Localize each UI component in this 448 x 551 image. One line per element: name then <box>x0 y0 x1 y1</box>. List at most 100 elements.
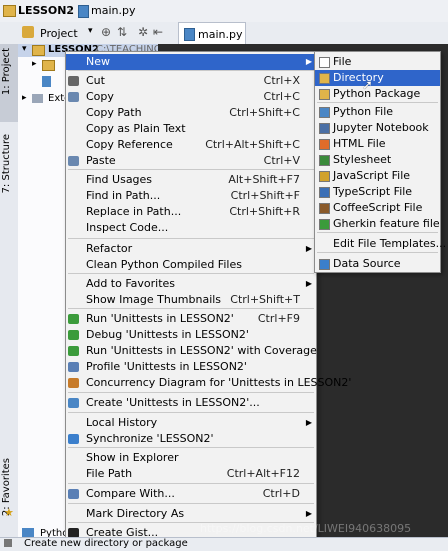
context-menu-item-shortcut: Ctrl+F9 <box>257 312 300 325</box>
context-menu-item[interactable]: Show Image Thumbnails Ctrl+Shift+T <box>66 292 316 308</box>
submenu-item[interactable]: Directory <box>315 70 440 86</box>
chevron-down-icon[interactable]: ▾ <box>88 26 93 36</box>
database-icon <box>319 259 330 270</box>
python-file-icon <box>319 107 330 118</box>
context-menu-item[interactable]: Clean Python Compiled Files <box>66 257 316 273</box>
context-menu-item-shortcut: Ctrl+X <box>263 74 300 87</box>
submenu-item-label: Gherkin feature file <box>333 217 440 230</box>
submenu-item-label: Edit File Templates... <box>333 237 447 250</box>
python-file-icon <box>78 5 89 18</box>
submenu-arrow-icon: ▶ <box>305 57 312 66</box>
context-menu-item-label: Copy Path <box>86 106 142 119</box>
menu-separator <box>317 252 438 253</box>
context-menu-item[interactable]: Paste Ctrl+V <box>66 153 316 169</box>
menu-separator <box>68 238 314 239</box>
context-menu-item-label: Profile 'Unittests in LESSON2' <box>86 360 247 373</box>
context-menu-item[interactable]: Copy Reference Ctrl+Alt+Shift+C <box>66 137 316 153</box>
create-config-icon <box>68 398 79 408</box>
chevron-right-icon[interactable]: ▸ <box>32 59 37 69</box>
chevron-right-icon[interactable]: ▸ <box>22 93 27 103</box>
css-icon <box>319 155 330 166</box>
context-menu-item[interactable]: Refactor ▶ <box>66 241 316 257</box>
breadcrumb-file[interactable]: main.py <box>91 4 135 17</box>
context-menu-item[interactable]: Local History ▶ <box>66 415 316 431</box>
submenu-arrow-icon: ▶ <box>305 509 312 518</box>
context-menu-item[interactable]: Find in Path... Ctrl+Shift+F <box>66 188 316 204</box>
sync-icon <box>68 434 79 444</box>
tab-main-py[interactable]: main.py <box>178 22 246 45</box>
submenu-item[interactable]: File <box>315 54 440 70</box>
context-menu-item[interactable]: Profile 'Unittests in LESSON2' <box>66 359 316 375</box>
submenu-item[interactable]: JavaScript File <box>315 168 440 184</box>
context-menu-item-label: Replace in Path... <box>86 205 182 218</box>
context-menu-item[interactable]: File Path Ctrl+Alt+F12 <box>66 466 316 482</box>
submenu-item[interactable]: Python File <box>315 104 440 120</box>
context-menu-item[interactable]: Concurrency Diagram for 'Unittests in LE… <box>66 375 351 391</box>
submenu-item-label: TypeScript File <box>333 185 413 198</box>
submenu-arrow-icon: ▶ <box>305 244 312 253</box>
context-menu-item[interactable]: Inspect Code... <box>66 220 316 236</box>
context-menu-item[interactable]: Synchronize 'LESSON2' <box>66 431 316 447</box>
tab-project[interactable]: 1: Project <box>0 44 18 122</box>
tool-window-toolbar: Project ▾ ⊕ ⇅ ✲ ⇤ main.py <box>0 22 448 45</box>
submenu-item[interactable]: CoffeeScript File <box>315 200 440 216</box>
context-menu-item-label: Concurrency Diagram for 'Unittests in LE… <box>86 376 352 389</box>
context-menu-item-label: Refactor <box>86 242 133 255</box>
submenu-item[interactable]: Jupyter Notebook <box>315 120 440 136</box>
context-menu-item-shortcut: Ctrl+Shift+F <box>230 189 300 202</box>
submenu-item[interactable]: Edit File Templates... <box>315 236 446 252</box>
tab-structure[interactable]: 7: Structure <box>0 130 18 200</box>
context-menu-item[interactable]: Compare With... Ctrl+D <box>66 486 316 502</box>
context-menu-item[interactable]: Find Usages Alt+Shift+F7 <box>66 172 316 188</box>
context-menu-item[interactable]: Cut Ctrl+X <box>66 73 316 89</box>
context-menu-item[interactable]: Replace in Path... Ctrl+Shift+R <box>66 204 316 220</box>
submenu-item[interactable]: TypeScript File <box>315 184 440 200</box>
context-menu-item[interactable]: Copy Path Ctrl+Shift+C <box>66 105 316 121</box>
context-menu-item[interactable]: Copy as Plain Text <box>66 121 316 137</box>
submenu-item[interactable]: Python Package <box>315 86 440 102</box>
breadcrumb-project[interactable]: LESSON2 <box>18 4 74 17</box>
gear-icon[interactable]: ✲ <box>138 25 148 39</box>
hide-icon[interactable]: ⇤ <box>153 25 163 39</box>
context-menu-item[interactable]: New ▶ <box>66 54 316 70</box>
context-menu-item-label: Copy <box>86 90 114 103</box>
submenu-item-label: CoffeeScript File <box>333 201 423 214</box>
debug-icon <box>68 330 79 340</box>
menu-separator <box>317 102 438 103</box>
file-icon <box>319 57 330 68</box>
context-menu-item[interactable]: Create 'Unittests in LESSON2'... <box>66 395 316 411</box>
target-icon[interactable]: ⊕ <box>101 25 111 39</box>
submenu-item[interactable]: HTML File <box>315 136 440 152</box>
context-menu-item[interactable]: Add to Favorites ▶ <box>66 276 316 292</box>
context-menu-item[interactable]: Run 'Unittests in LESSON2' with Coverage <box>66 343 317 359</box>
chevron-right-icon: › <box>68 4 73 17</box>
context-menu-item[interactable]: Mark Directory As ▶ <box>66 506 316 522</box>
menu-separator <box>68 483 314 484</box>
project-view-dropdown[interactable]: Project <box>40 27 78 40</box>
chevron-down-icon[interactable]: ▾ <box>22 44 27 54</box>
context-menu-item-label: Cut <box>86 74 105 87</box>
collapse-icon[interactable]: ⇅ <box>117 25 127 39</box>
context-menu-item-label: Add to Favorites <box>86 277 176 290</box>
context-menu-item-shortcut: Ctrl+Alt+Shift+C <box>205 138 300 151</box>
new-submenu: File Directory Python Package Python File Ju… <box>314 51 446 273</box>
library-icon <box>32 94 43 103</box>
compare-icon <box>68 489 79 499</box>
submenu-item[interactable]: Data Source <box>315 256 440 272</box>
submenu-arrow-icon: ▶ <box>305 279 312 288</box>
scissors-icon <box>68 76 79 86</box>
context-menu-item-label: Run 'Unittests in LESSON2' with Coverage <box>86 344 317 357</box>
submenu-item[interactable]: Gherkin feature file <box>315 216 440 232</box>
context-menu-item[interactable]: Debug 'Unittests in LESSON2' <box>66 327 316 343</box>
submenu-item-label: Stylesheet <box>333 153 392 166</box>
status-bar: Create new directory or package <box>0 537 448 551</box>
submenu-arrow-icon: ▶ <box>305 418 312 427</box>
menu-separator <box>68 503 314 504</box>
context-menu-item[interactable]: Run 'Unittests in LESSON2' Ctrl+F9 <box>66 311 316 327</box>
context-menu-item-shortcut: Ctrl+V <box>263 154 300 167</box>
context-menu-item[interactable]: Show in Explorer <box>66 450 316 466</box>
submenu-item[interactable]: Stylesheet <box>315 152 440 168</box>
ts-icon <box>319 187 330 198</box>
context-menu-item[interactable]: Copy Ctrl+C <box>66 89 316 105</box>
folder-icon <box>319 73 330 84</box>
